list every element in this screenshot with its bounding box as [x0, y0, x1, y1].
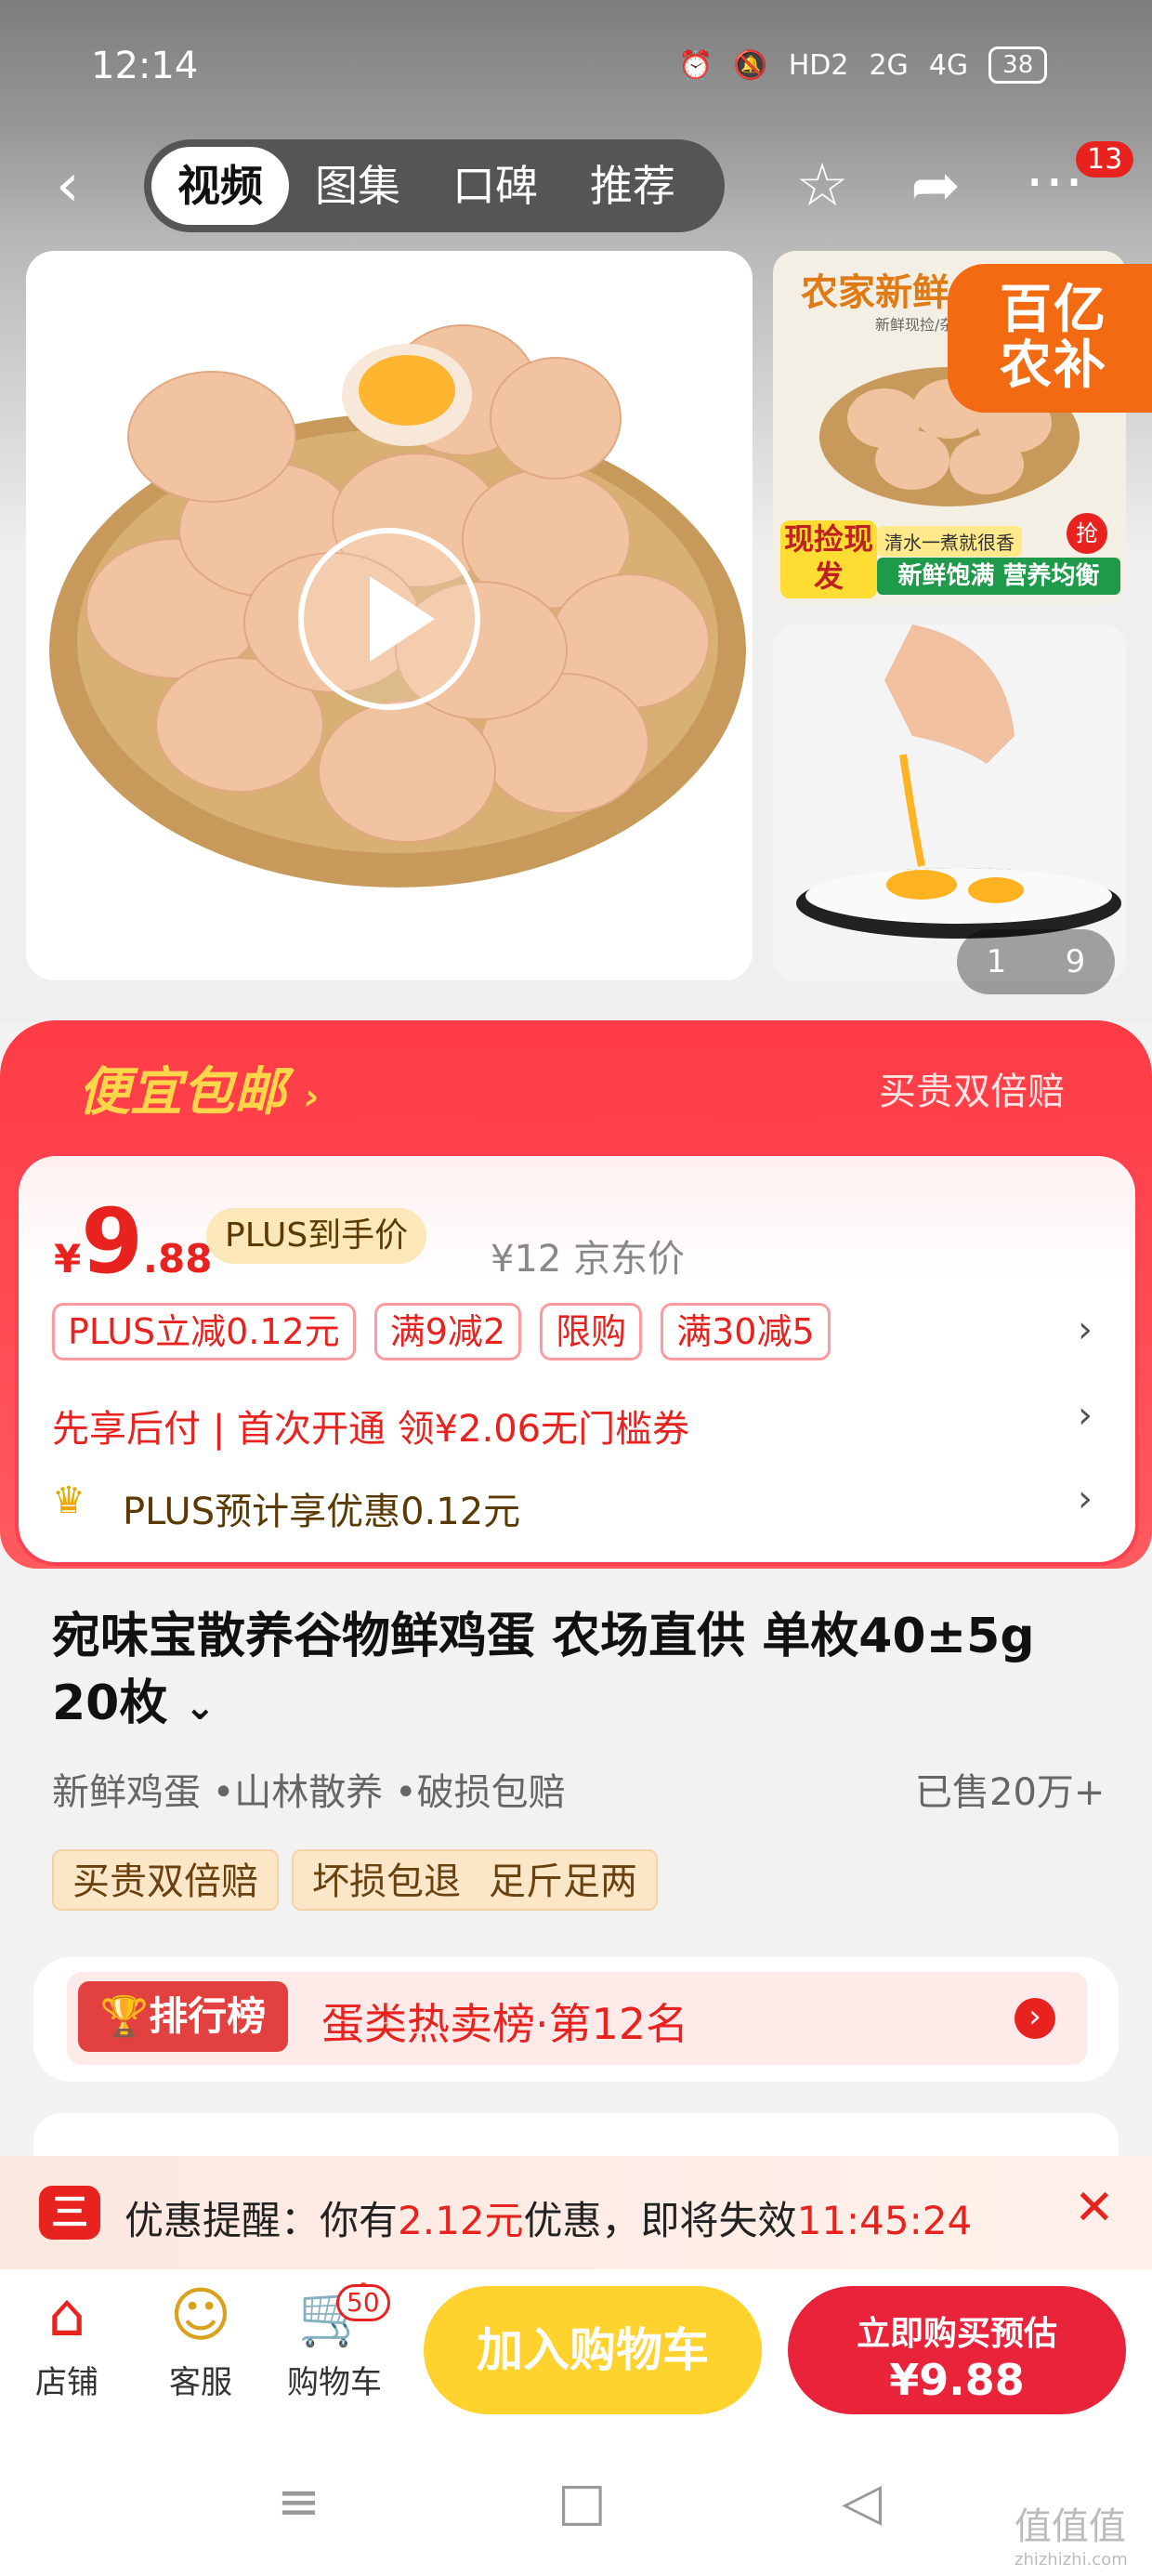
- service-label: 客服: [169, 2364, 232, 2401]
- main-product-video[interactable]: [26, 251, 753, 980]
- thumb-tag-nutrition: 新鲜饱满 营养均衡: [877, 558, 1120, 595]
- double-compensation-label: 买贵双倍赔: [879, 1071, 1065, 1113]
- battery-icon: 38: [988, 46, 1048, 84]
- coupon-chip[interactable]: PLUS立减0.12元: [52, 1303, 356, 1360]
- service-tag[interactable]: 买贵双倍赔: [52, 1849, 279, 1911]
- product-tags: 新鲜鸡蛋 •山林散养 •破损包赔: [52, 1771, 566, 1814]
- tab-recommend[interactable]: 推荐: [564, 147, 701, 225]
- thumb-grab-badge: 抢: [1067, 513, 1107, 554]
- thumbnail-2[interactable]: [773, 624, 1126, 981]
- share-icon[interactable]: ➦: [894, 144, 977, 228]
- buy-now-price: ¥9.88: [889, 2355, 1025, 2405]
- tab-gallery[interactable]: 图集: [289, 147, 426, 225]
- network-4g-label: 4G: [928, 48, 969, 82]
- ranking-text[interactable]: 蛋类热卖榜·第12名: [321, 1991, 688, 2052]
- watermark: 值值值 zhizhizhi.com: [1015, 2496, 1128, 2569]
- service-tag: 坏损包退: [312, 1860, 461, 1903]
- thumb-tag-fresh: 现捡现发: [780, 520, 877, 598]
- price-integer: 9: [81, 1189, 144, 1294]
- counter-current: 1: [986, 943, 1007, 980]
- product-title[interactable]: 宛味宝散养谷物鲜鸡蛋 农场直供 单枚40±5g 20枚 ⌄: [52, 1603, 1111, 1741]
- promo-title-text: 便宜包邮: [78, 1062, 286, 1123]
- store-icon: ⌂: [47, 2281, 86, 2350]
- thumb-title: 农家新鲜: [801, 271, 949, 314]
- egg-basket-image: [49, 324, 746, 887]
- service-tag-group[interactable]: 坏损包退 足斤足两: [292, 1849, 658, 1911]
- buy-now-button[interactable]: 立即购买预估 ¥9.88: [788, 2286, 1126, 2414]
- reminder-middle: 优惠，即将失效: [523, 2198, 797, 2243]
- service-tag: 足斤足两: [489, 1860, 637, 1903]
- jd-price: ¥12 京东价: [491, 1238, 686, 1281]
- shop-button[interactable]: ⌂ 店铺: [11, 2279, 123, 2402]
- tab-reviews[interactable]: 口碑: [426, 147, 564, 225]
- coupon-chip[interactable]: 满30减5: [661, 1303, 831, 1360]
- close-icon[interactable]: ✕: [1074, 2180, 1115, 2236]
- shop-label: 店铺: [35, 2364, 98, 2401]
- watermark-sub: zhizhizhi.com: [1015, 2550, 1128, 2569]
- reminder-icon: 三: [39, 2186, 100, 2240]
- chevron-down-icon[interactable]: ⌄: [184, 1686, 216, 1728]
- tab-video[interactable]: 视频: [151, 147, 289, 225]
- coupon-chip[interactable]: 限购: [540, 1303, 643, 1360]
- reminder-prefix: 优惠提醒：你有: [124, 2198, 399, 2243]
- menu-icon[interactable]: ≡: [277, 2472, 321, 2532]
- price-decimal: .88: [143, 1236, 213, 1281]
- trophy-icon: 🏆: [99, 1993, 150, 2039]
- subsidy-badge: 百亿农补: [948, 264, 1152, 413]
- cart-label: 购物车: [287, 2364, 382, 2401]
- chat-icon: ☺: [169, 2281, 232, 2350]
- reminder-text: 优惠提醒：你有2.12元优惠，即将失效11:45:24: [124, 2189, 972, 2246]
- ranking-label-text: 排行榜: [149, 1993, 267, 2039]
- buy-now-label: 立即购买预估: [856, 2315, 1057, 2353]
- ranking-arrow-icon[interactable]: ›: [1015, 1998, 1055, 2039]
- watermark-text: 值值值: [1015, 2505, 1126, 2548]
- crown-icon: ♛: [52, 1479, 85, 1522]
- favorite-star-icon[interactable]: ☆: [780, 144, 864, 228]
- coupon-chips[interactable]: PLUS立减0.12元 满9减2 限购 满30减5: [52, 1303, 831, 1360]
- home-icon[interactable]: □: [557, 2472, 607, 2532]
- egg-cracking-image: [773, 624, 1126, 981]
- back-nav-icon[interactable]: ◁: [842, 2472, 882, 2532]
- customer-service-button[interactable]: ☺ 客服: [145, 2279, 256, 2402]
- reminder-countdown: 11:45:24: [796, 2198, 973, 2243]
- alarm-icon: ⏰: [678, 48, 713, 82]
- cart-badge: 50: [336, 2284, 390, 2321]
- network-2g-label: 2G: [869, 48, 909, 82]
- chevron-right-icon[interactable]: ›: [1078, 1478, 1093, 1520]
- plus-benefit-text[interactable]: PLUS预计享优惠0.12元: [123, 1481, 520, 1535]
- back-icon[interactable]: ‹: [56, 153, 102, 218]
- more-badge: 13: [1076, 141, 1134, 177]
- service-tags[interactable]: 买贵双倍赔 坏损包退 足斤足两: [52, 1849, 658, 1911]
- thumb-tag-boil: 清水一煮就很香: [877, 526, 1022, 557]
- status-icons: ⏰ 🔕 HD2 2G 4G 38: [678, 46, 1048, 84]
- current-price: ¥9.88: [54, 1189, 212, 1294]
- sold-count: 已售20万+: [915, 1771, 1106, 1814]
- media-tabs: 视频 图集 口碑 推荐: [144, 139, 725, 232]
- chevron-right-icon[interactable]: ›: [1078, 1394, 1093, 1437]
- ranking-label: 🏆排行榜: [78, 1981, 288, 2052]
- price-currency: ¥: [54, 1236, 82, 1281]
- coupon-chip[interactable]: 满9减2: [373, 1303, 522, 1360]
- network-hd-label: HD2: [788, 48, 849, 82]
- promo-title[interactable]: 便宜包邮 ›: [78, 1050, 320, 1125]
- chevron-right-icon[interactable]: ›: [1078, 1308, 1093, 1351]
- mute-icon: 🔕: [733, 48, 768, 82]
- chevron-right-icon: ›: [304, 1076, 320, 1119]
- status-time: 12:14: [91, 45, 199, 87]
- reminder-amount: 2.12元: [398, 2198, 524, 2243]
- gallery-counter: 1 9: [957, 929, 1115, 994]
- pay-later-text[interactable]: 先享后付 | 首次开通 领¥2.06无门槛券: [52, 1399, 689, 1452]
- plus-price-tag: PLUS到手价: [206, 1208, 427, 1264]
- counter-total: 9: [1065, 943, 1086, 980]
- add-to-cart-button[interactable]: 加入购物车: [424, 2286, 762, 2414]
